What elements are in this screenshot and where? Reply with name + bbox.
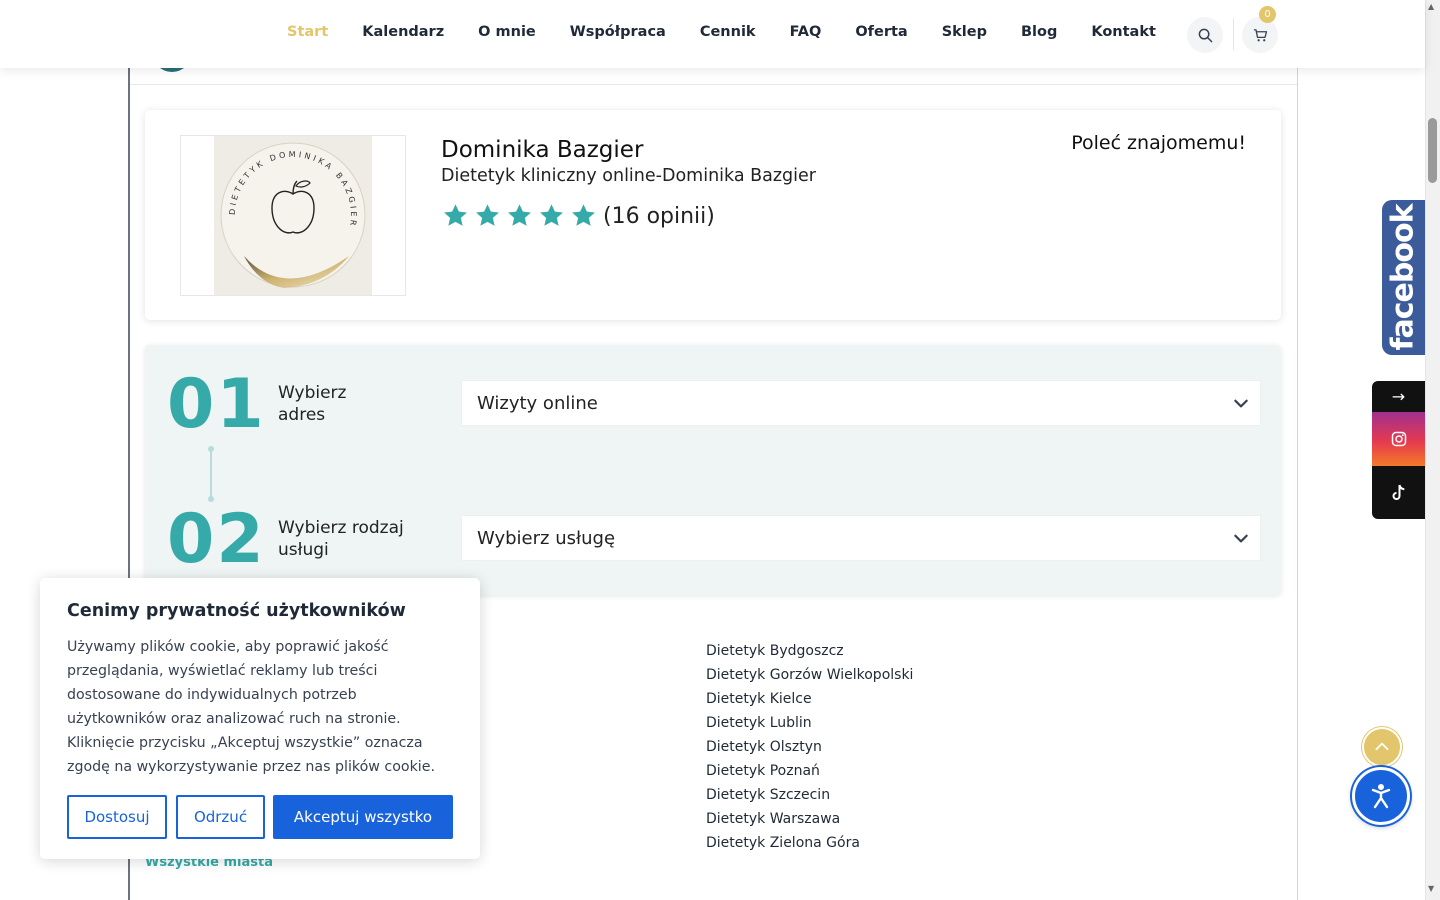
nav-item-wspolpraca[interactable]: Współpraca [570, 24, 666, 40]
nav-item-sklep[interactable]: Sklep [942, 24, 987, 40]
scroll-to-top-button[interactable] [1362, 727, 1402, 767]
cookie-banner: Cenimy prywatność użytkowników Używamy p… [40, 578, 480, 859]
chevron-down-icon [1234, 399, 1248, 408]
star-icon [476, 204, 499, 226]
cookie-accept-all-button[interactable]: Akceptuj wszystko [273, 795, 453, 839]
cookie-customize-button[interactable]: Dostosuj [67, 795, 167, 839]
cart-icon [1253, 28, 1267, 41]
search-button[interactable] [1187, 17, 1223, 53]
cart-count-badge: 0 [1259, 6, 1276, 23]
city-link-warszawa[interactable]: Dietetyk Warszawa [706, 807, 913, 831]
facebook-tab[interactable]: facebook [1382, 200, 1425, 355]
step-number-1: 01 [167, 365, 266, 444]
instagram-icon [1391, 431, 1406, 447]
city-link-olsztyn[interactable]: Dietetyk Olsztyn [706, 735, 913, 759]
booking-panel: 01 Wybierz adres Wizyty online 02 Wybier… [145, 345, 1281, 595]
service-select-value: Wybierz usługę [477, 527, 616, 549]
step-connector [210, 450, 212, 500]
scroll-down-arrow[interactable]: ▼ [1428, 884, 1434, 893]
city-link-kielce[interactable]: Dietetyk Kielce [706, 687, 913, 711]
star-icon [508, 204, 531, 226]
nav-item-blog[interactable]: Blog [1021, 24, 1057, 40]
accessibility-button[interactable] [1352, 767, 1410, 825]
city-link-gorzow[interactable]: Dietetyk Gorzów Wielkopolski [706, 663, 913, 687]
social-toggle-button[interactable]: → [1372, 381, 1425, 412]
profile-logo: DIETETYK DOMINIKA BAZGIER [214, 136, 372, 295]
main-nav: Start Kalendarz O mnie Współpraca Cennik… [287, 24, 1190, 40]
profile-subtitle: Dietetyk kliniczny online-Dominika Bazgi… [441, 166, 816, 186]
city-link-poznan[interactable]: Dietetyk Poznań [706, 759, 913, 783]
step-label-1-line2: adres [278, 405, 326, 425]
step-label-2: Wybierz rodzaj usługi [278, 517, 404, 561]
star-icon [540, 204, 563, 226]
search-icon [1198, 28, 1212, 42]
accessibility-icon [1371, 784, 1391, 809]
chevron-down-icon [1234, 534, 1248, 543]
step-label-1: Wybierz adres [278, 382, 346, 426]
city-list: Dietetyk Bydgoszcz Dietetyk Gorzów Wielk… [706, 639, 913, 855]
cart-button[interactable] [1242, 17, 1278, 53]
step-label-1-line1: Wybierz [278, 383, 347, 403]
nav-item-kalendarz[interactable]: Kalendarz [362, 24, 444, 40]
frame-top-strip [130, 68, 1297, 85]
nav-item-kontakt[interactable]: Kontakt [1091, 24, 1156, 40]
city-link-lublin[interactable]: Dietetyk Lublin [706, 711, 913, 735]
step-label-2-line1: Wybierz rodzaj [278, 518, 404, 538]
cookie-reject-button[interactable]: Odrzuć [176, 795, 265, 839]
profile-rating[interactable]: (16 opinii) [441, 202, 715, 230]
star-icon [444, 204, 467, 226]
address-select-value: Wizyty online [477, 392, 598, 414]
scroll-up-arrow[interactable]: ▲ [1428, 2, 1434, 11]
city-link-zielona-gora[interactable]: Dietetyk Zielona Góra [706, 831, 913, 855]
address-select[interactable]: Wizyty online [461, 380, 1261, 426]
nav-item-o-mnie[interactable]: O mnie [478, 24, 536, 40]
city-link-szczecin[interactable]: Dietetyk Szczecin [706, 783, 913, 807]
site-header: Start Kalendarz O mnie Współpraca Cennik… [0, 0, 1425, 68]
step-number-2: 02 [167, 500, 266, 579]
profile-name: Dominika Bazgier [441, 137, 644, 163]
header-divider [1233, 18, 1234, 50]
tiktok-icon [1392, 484, 1404, 500]
profile-logo-frame: DIETETYK DOMINIKA BAZGIER [180, 135, 406, 296]
cookie-body: Używamy plików cookie, aby poprawić jako… [67, 639, 435, 775]
nav-item-oferta[interactable]: Oferta [855, 24, 907, 40]
chevron-up-icon [1375, 742, 1389, 751]
cookie-title: Cenimy prywatność użytkowników [67, 601, 406, 621]
apple-logo-icon: DIETETYK DOMINIKA BAZGIER [220, 142, 366, 288]
page: Start Kalendarz O mnie Współpraca Cennik… [0, 0, 1440, 900]
facebook-label: facebook [1386, 204, 1422, 351]
scrollbar-thumb[interactable] [1428, 118, 1437, 183]
tiktok-button[interactable] [1372, 466, 1425, 519]
nav-item-cennik[interactable]: Cennik [700, 24, 756, 40]
service-select[interactable]: Wybierz usługę [461, 515, 1261, 561]
recommend-link[interactable]: Poleć znajomemu! [1071, 132, 1246, 154]
arrow-right-icon: → [1391, 387, 1406, 406]
nav-item-faq[interactable]: FAQ [790, 24, 822, 40]
city-link-bydgoszcz[interactable]: Dietetyk Bydgoszcz [706, 639, 913, 663]
step-label-2-line2: usługi [278, 540, 329, 560]
star-icon [572, 204, 595, 226]
profile-card: DIETETYK DOMINIKA BAZGIER Dominika Bazgi… [145, 110, 1281, 320]
reviews-count[interactable]: (16 opinii) [603, 204, 715, 229]
instagram-button[interactable] [1372, 412, 1425, 466]
nav-item-start[interactable]: Start [287, 24, 328, 40]
